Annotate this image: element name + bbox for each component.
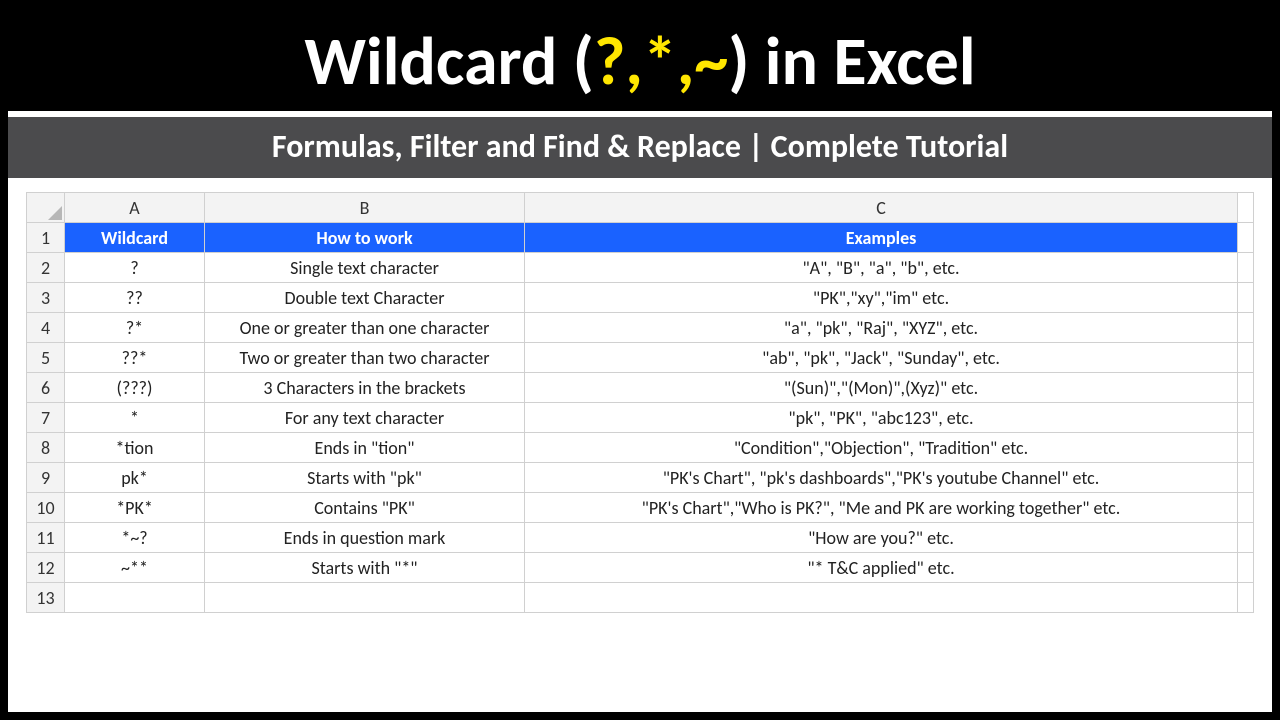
cell-wildcard[interactable]: *PK* [65,493,205,523]
table-row: 10 *PK* Contains "PK" "PK's Chart","Who … [27,493,1254,523]
cell-example[interactable]: "How are you?" etc. [525,523,1238,553]
table-row: 1 Wildcard How to work Examples [27,223,1254,253]
title-post: ) in Excel [728,20,975,103]
subtitle-bar: Formulas, Filter and Find & Replace | Co… [8,111,1272,178]
cell-how[interactable]: 3 Characters in the brackets [205,373,525,403]
table-row: 9 pk* Starts with "pk" "PK's Chart", "pk… [27,463,1254,493]
select-all-corner[interactable] [27,193,65,223]
cell-how[interactable]: For any text character [205,403,525,433]
row-header[interactable]: 13 [27,583,65,613]
col-header-b[interactable]: B [205,193,525,223]
row-header[interactable]: 3 [27,283,65,313]
cell-wildcard[interactable]: ?* [65,313,205,343]
row-header[interactable]: 10 [27,493,65,523]
spreadsheet-area: A B C 1 Wildcard How to work Examples 2 … [8,178,1272,712]
cell-how[interactable]: Contains "PK" [205,493,525,523]
cell-wildcard[interactable]: (???) [65,373,205,403]
header-how-to-work[interactable]: How to work [205,223,525,253]
table-row: 13 [27,583,1254,613]
cell-example[interactable]: "* T&C applied" etc. [525,553,1238,583]
row-header[interactable]: 4 [27,313,65,343]
cell-how[interactable]: Starts with "*" [205,553,525,583]
col-header-c[interactable]: C [525,193,1238,223]
row-header[interactable]: 9 [27,463,65,493]
table-row: 4 ?* One or greater than one character "… [27,313,1254,343]
cell-example[interactable]: "a", "pk", "Raj", "XYZ", etc. [525,313,1238,343]
cell-wildcard[interactable] [65,583,205,613]
cell-how[interactable] [205,583,525,613]
title-pre: Wildcard ( [304,20,594,103]
row-header[interactable]: 11 [27,523,65,553]
title-accent: ?,*,~ [594,20,728,103]
cell-how[interactable]: Starts with "pk" [205,463,525,493]
table-row: 3 ?? Double text Character "PK","xy","im… [27,283,1254,313]
column-header-row: A B C [27,193,1254,223]
cell-how[interactable]: One or greater than one character [205,313,525,343]
cell-example[interactable]: "PK's Chart", "pk's dashboards","PK's yo… [525,463,1238,493]
cell-how[interactable]: Single text character [205,253,525,283]
row-header[interactable]: 2 [27,253,65,283]
cell-wildcard[interactable]: * [65,403,205,433]
row-header[interactable]: 5 [27,343,65,373]
table-row: 11 *~? Ends in question mark "How are yo… [27,523,1254,553]
table-row: 5 ??* Two or greater than two character … [27,343,1254,373]
cell-example[interactable]: "Condition","Objection", "Tradition" etc… [525,433,1238,463]
cell-example[interactable]: "A", "B", "a", "b", etc. [525,253,1238,283]
cell-example[interactable]: "pk", "PK", "abc123", etc. [525,403,1238,433]
row-header[interactable]: 7 [27,403,65,433]
spreadsheet-grid: A B C 1 Wildcard How to work Examples 2 … [26,192,1254,613]
cell-how[interactable]: Two or greater than two character [205,343,525,373]
table-row: 8 *tion Ends in "tion" "Condition","Obje… [27,433,1254,463]
table-row: 12 ~** Starts with "*" "* T&C applied" e… [27,553,1254,583]
row-header[interactable]: 8 [27,433,65,463]
cell-example[interactable]: "PK's Chart","Who is PK?", "Me and PK ar… [525,493,1238,523]
col-header-pad [1238,193,1254,223]
table-row: 7 * For any text character "pk", "PK", "… [27,403,1254,433]
cell-example[interactable] [525,583,1238,613]
cell-wildcard[interactable]: ~** [65,553,205,583]
cell-how[interactable]: Double text Character [205,283,525,313]
cell-example[interactable]: "PK","xy","im" etc. [525,283,1238,313]
row-header[interactable]: 12 [27,553,65,583]
header-wildcard[interactable]: Wildcard [65,223,205,253]
header-examples[interactable]: Examples [525,223,1238,253]
col-header-a[interactable]: A [65,193,205,223]
cell-example[interactable]: "ab", "pk", "Jack", "Sunday", etc. [525,343,1238,373]
row-header[interactable]: 1 [27,223,65,253]
cell-wildcard[interactable]: ? [65,253,205,283]
cell-wildcard[interactable]: pk* [65,463,205,493]
cell-wildcard[interactable]: *tion [65,433,205,463]
table-row: 2 ? Single text character "A", "B", "a",… [27,253,1254,283]
cell-how[interactable]: Ends in "tion" [205,433,525,463]
table-row: 6 (???) 3 Characters in the brackets "(S… [27,373,1254,403]
row-header[interactable]: 6 [27,373,65,403]
title-bar: Wildcard (?,*,~) in Excel [8,8,1272,111]
cell-wildcard[interactable]: ?? [65,283,205,313]
cell-wildcard[interactable]: ??* [65,343,205,373]
cell-how[interactable]: Ends in question mark [205,523,525,553]
cell-example[interactable]: "(Sun)","(Mon)",(Xyz)" etc. [525,373,1238,403]
cell-wildcard[interactable]: *~? [65,523,205,553]
slide-frame: Wildcard (?,*,~) in Excel Formulas, Filt… [0,0,1280,720]
